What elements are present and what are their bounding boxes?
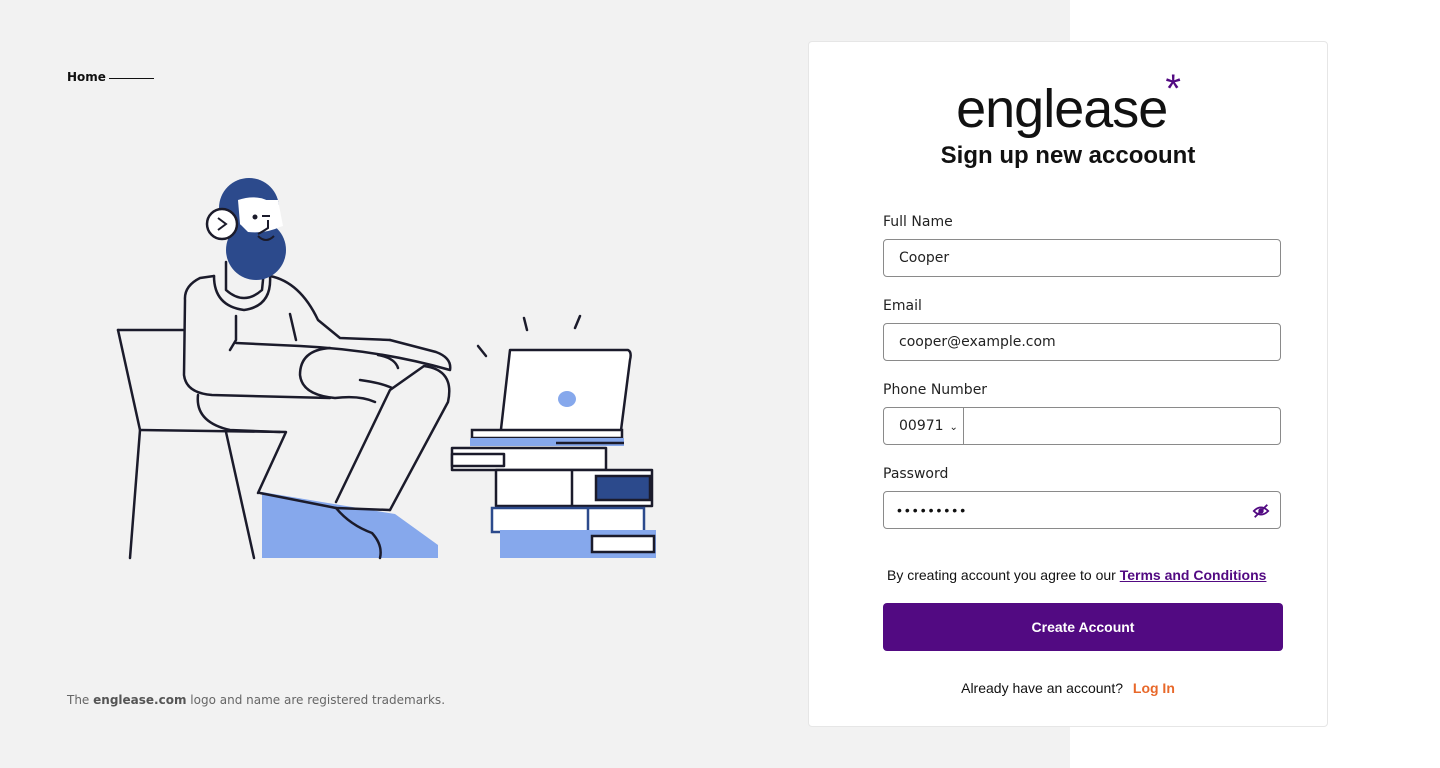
full-name-field [883, 239, 1281, 277]
email-field [883, 323, 1281, 361]
full-name-input[interactable] [884, 240, 1254, 276]
signup-card: englease* Sign up new accoount Full Name… [808, 41, 1328, 727]
terms-text: By creating account you agree to our [887, 567, 1116, 583]
password-field[interactable]: ••••••••• [883, 491, 1281, 529]
logo-text: englease [956, 79, 1168, 139]
chevron-down-icon: ⌄ [949, 422, 958, 433]
country-code-select[interactable]: 00971 ⌄ [884, 408, 964, 444]
email-label: Email [883, 298, 922, 314]
home-underline [109, 78, 154, 79]
country-code-value: 00971 [899, 418, 944, 434]
email-input[interactable] [884, 324, 1254, 360]
home-link[interactable]: Home [67, 70, 106, 84]
password-label: Password [883, 466, 949, 482]
phone-field: 00971 ⌄ [883, 407, 1296, 445]
person-with-laptop-illustration [116, 178, 656, 560]
create-account-button[interactable]: Create Account [883, 603, 1283, 651]
phone-label: Phone Number [883, 382, 988, 398]
phone-input[interactable] [966, 408, 1296, 444]
page-title: Sign up new accoount [940, 142, 1196, 169]
trademark-prefix: The [67, 693, 94, 707]
login-row: Already have an account? Log In [809, 680, 1327, 696]
trademark-brand: englease.com [93, 693, 187, 707]
full-name-label: Full Name [883, 214, 953, 230]
eye-off-icon[interactable] [1252, 502, 1270, 520]
englease-logo: englease* [809, 69, 1327, 139]
trademark-notice: The englease.com logo and name are regis… [67, 693, 445, 707]
login-link[interactable]: Log In [1133, 680, 1175, 696]
logo-star: * [1165, 67, 1181, 111]
terms-notice: By creating account you agree to our Ter… [887, 567, 1266, 583]
password-value: ••••••••• [897, 502, 969, 518]
terms-link[interactable]: Terms and Conditions [1120, 567, 1267, 583]
login-prompt: Already have an account? [961, 680, 1123, 696]
trademark-suffix: logo and name are registered trademarks. [186, 693, 446, 707]
